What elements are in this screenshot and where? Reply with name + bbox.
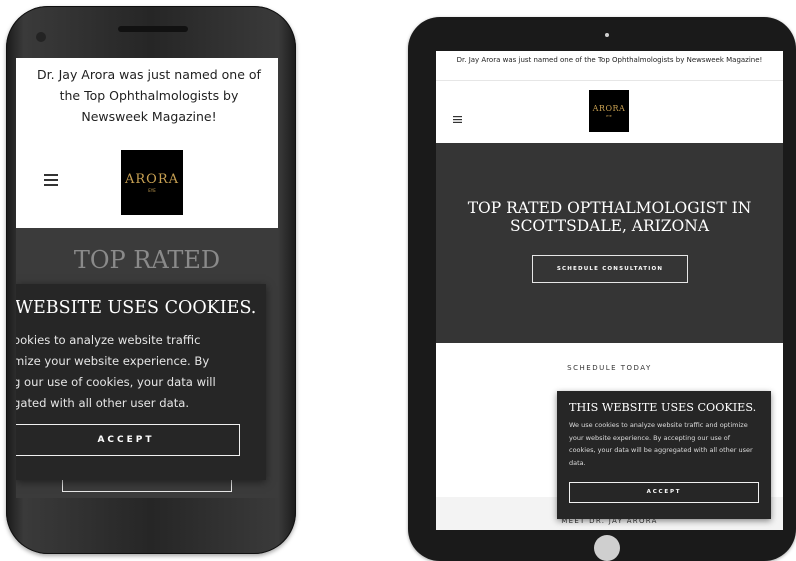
logo-text: ARORA [592, 104, 626, 113]
cookie-body: We use cookies to analyze website traffi… [569, 421, 753, 467]
cookie-title: THIS WEBSITE USES COOKIES. [569, 401, 757, 414]
tablet-home-button [594, 535, 620, 561]
cookie-body-line: gated with all other user data. [16, 396, 190, 410]
schedule-consultation-button[interactable]: SCHEDULE CONSULTATION [532, 255, 688, 283]
header-divider [436, 80, 783, 81]
hamburger-menu-icon[interactable] [44, 171, 60, 186]
hero-title: TOP RATED OPTHALMOLOGIST IN SCOTTSDALE, … [467, 199, 752, 235]
schedule-today-heading: SCHEDULE TODAY [567, 364, 652, 372]
logo-subtext: EYE [606, 114, 612, 118]
cookie-accept-button[interactable]: ACCEPT [16, 424, 240, 456]
cookie-accept-button[interactable]: ACCEPT [569, 482, 759, 503]
cookie-body-line: mize your website experience. By [16, 354, 210, 368]
hero-title-fragment: TOP RATED [73, 246, 221, 274]
cookie-banner: WEBSITE USES COOKIES. ookies to analyze … [16, 284, 266, 480]
logo[interactable]: ARORA EYE [121, 150, 183, 215]
tablet-screen: Dr. Jay Arora was just named one of the … [436, 51, 783, 530]
cookie-body-line: ookies to analyze website traffic [16, 333, 201, 347]
announcement-bar: Dr. Jay Arora was just named one of the … [456, 56, 763, 64]
logo[interactable]: ARORA EYE [589, 90, 629, 132]
phone-sensor [36, 32, 46, 42]
cookie-body: ookies to analyze website traffic mize y… [16, 330, 249, 414]
phone-screen: Dr. Jay Arora was just named one of the … [16, 58, 278, 498]
logo-subtext: EYE [148, 188, 156, 193]
cookie-title: WEBSITE USES COOKIES. [16, 298, 257, 318]
phone-speaker-grille [118, 26, 188, 32]
hero-section: TOP RATED OPTHALMOLOGIST IN SCOTTSDALE, … [436, 143, 783, 343]
cookie-body-line: g our use of cookies, your data will [16, 375, 216, 389]
logo-text: ARORA [124, 172, 179, 187]
tablet-camera [605, 33, 609, 37]
hamburger-menu-icon[interactable] [453, 108, 462, 123]
announcement-bar: Dr. Jay Arora was just named one of the … [37, 67, 261, 124]
cookie-banner: THIS WEBSITE USES COOKIES. We use cookie… [557, 391, 771, 519]
